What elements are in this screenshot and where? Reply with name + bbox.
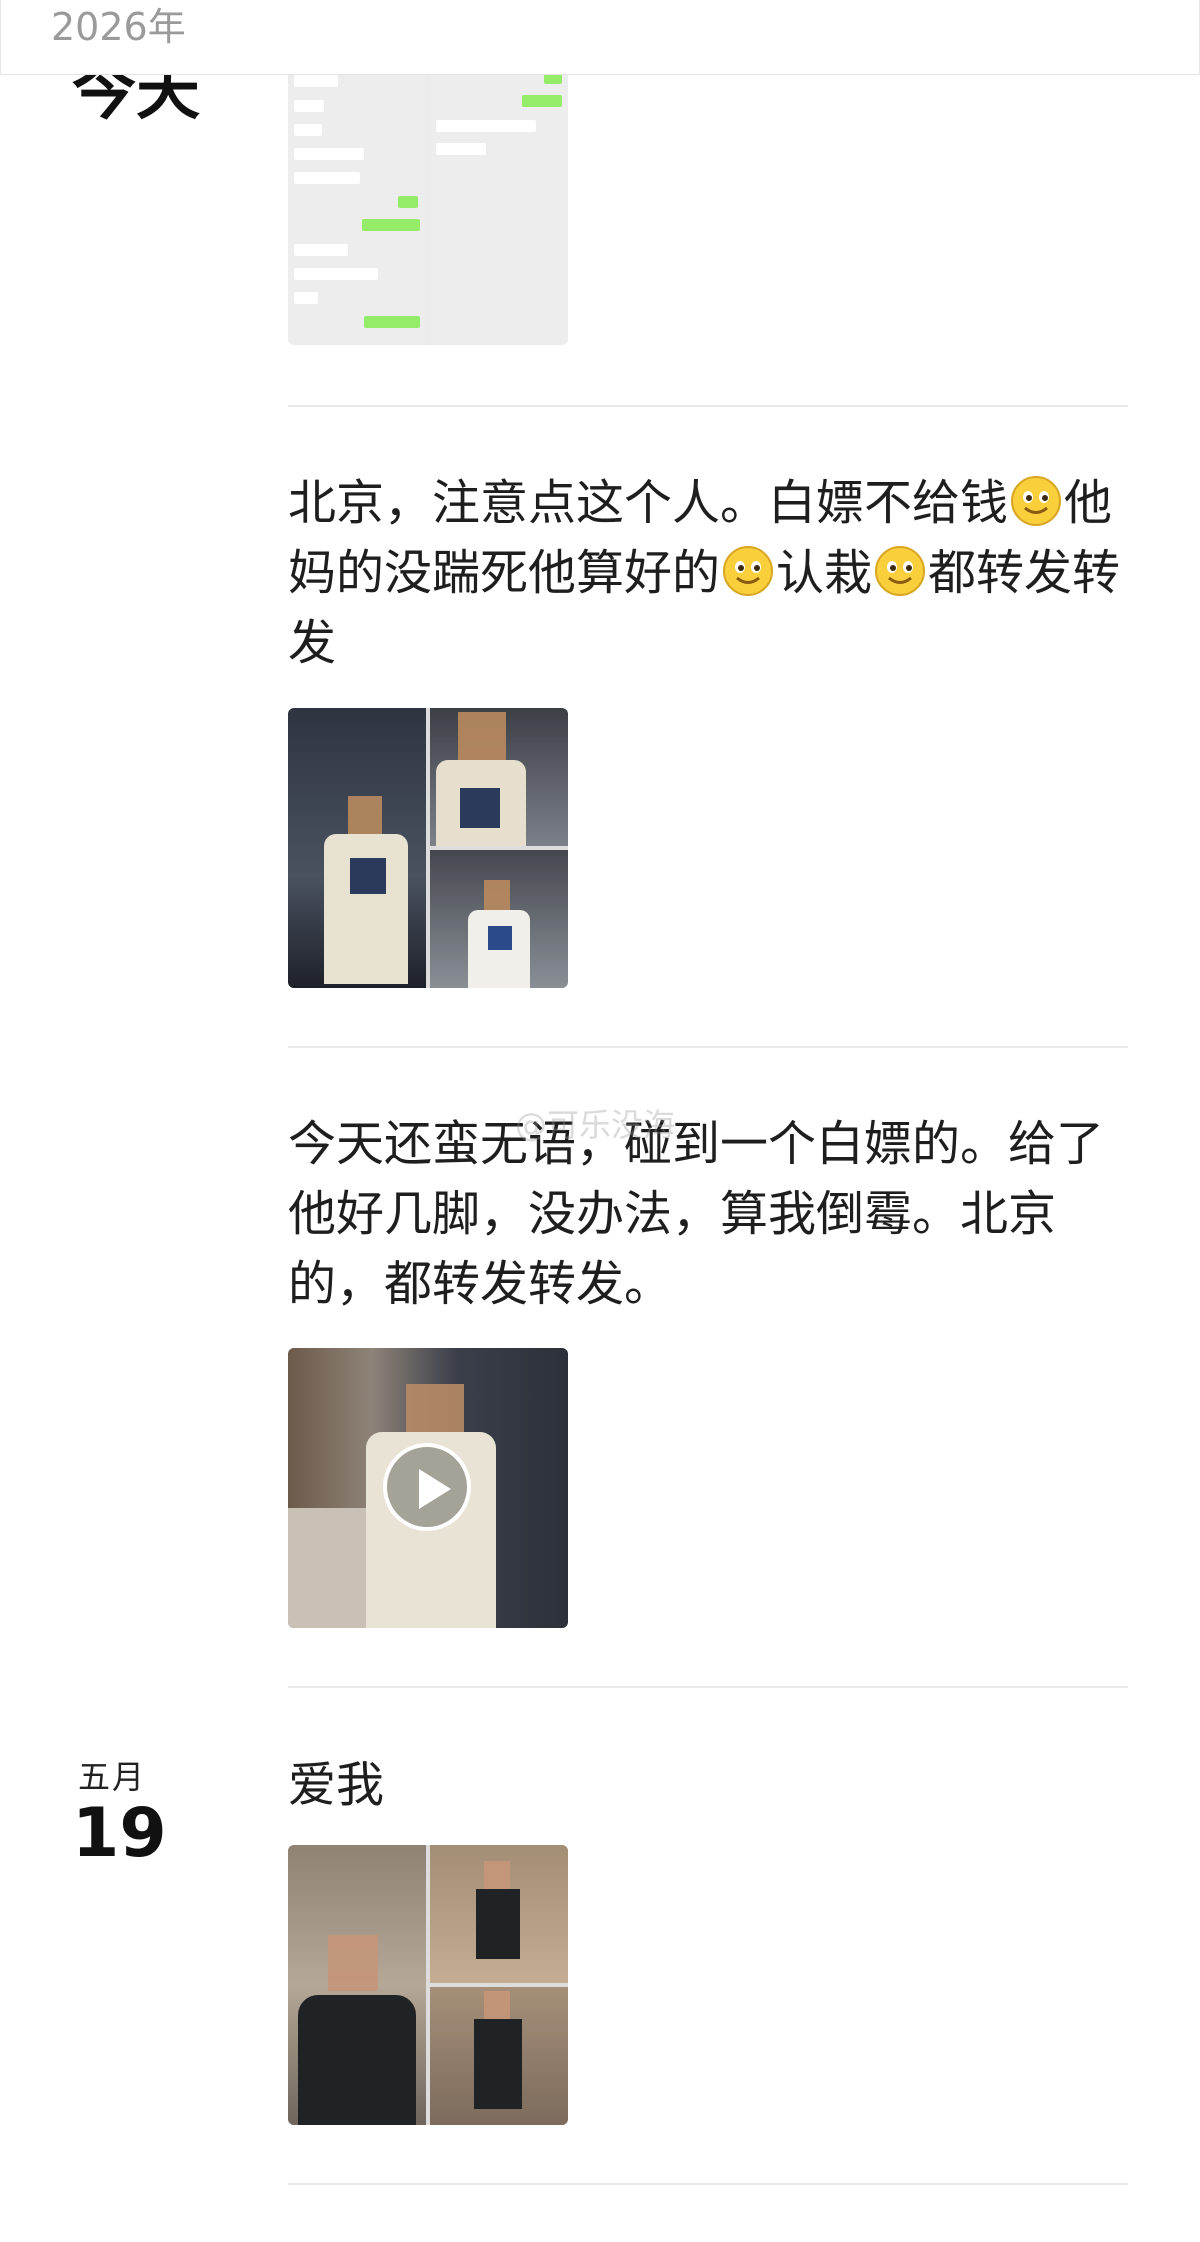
photo-thumbnail[interactable] [430,1845,568,1983]
play-icon[interactable] [383,1443,471,1531]
photo-thumbnail[interactable] [430,1987,568,2125]
post-text: 今天还蛮无语，碰到一个白嫖的。给了他好几脚，没办法，算我倒霉。北京的，都转发转发… [288,1116,1105,1312]
year-header: 2026年 [0,0,1200,75]
photo-thumbnail[interactable] [430,708,568,846]
post-image-grid[interactable] [288,708,568,988]
smiley-emoji-icon [723,546,774,596]
post-divider [288,1686,1128,1688]
post-image-grid[interactable] [288,1845,568,2125]
photo-thumbnail[interactable] [288,708,426,988]
year-label: 2026年 [51,5,186,49]
date-day: 19 [72,1794,167,1873]
post-text: 北京，注意点这个人。白嫖不给钱 他妈的没踹死他算好的 认栽 都转发转发 [288,475,1121,671]
watermark: @可乐没海 [515,1106,676,1144]
photo-thumbnail[interactable] [288,1845,426,2125]
post-text: 爱我 [288,1757,385,1813]
post-divider [288,1046,1128,1048]
photo-thumbnail[interactable] [430,850,568,988]
smiley-emoji-icon [875,546,926,596]
post-video[interactable] [288,1348,568,1628]
date-month: 五月 [78,1758,147,1796]
post-divider [288,2183,1128,2185]
smiley-emoji-icon [1011,476,1062,526]
post-divider [288,405,1128,407]
